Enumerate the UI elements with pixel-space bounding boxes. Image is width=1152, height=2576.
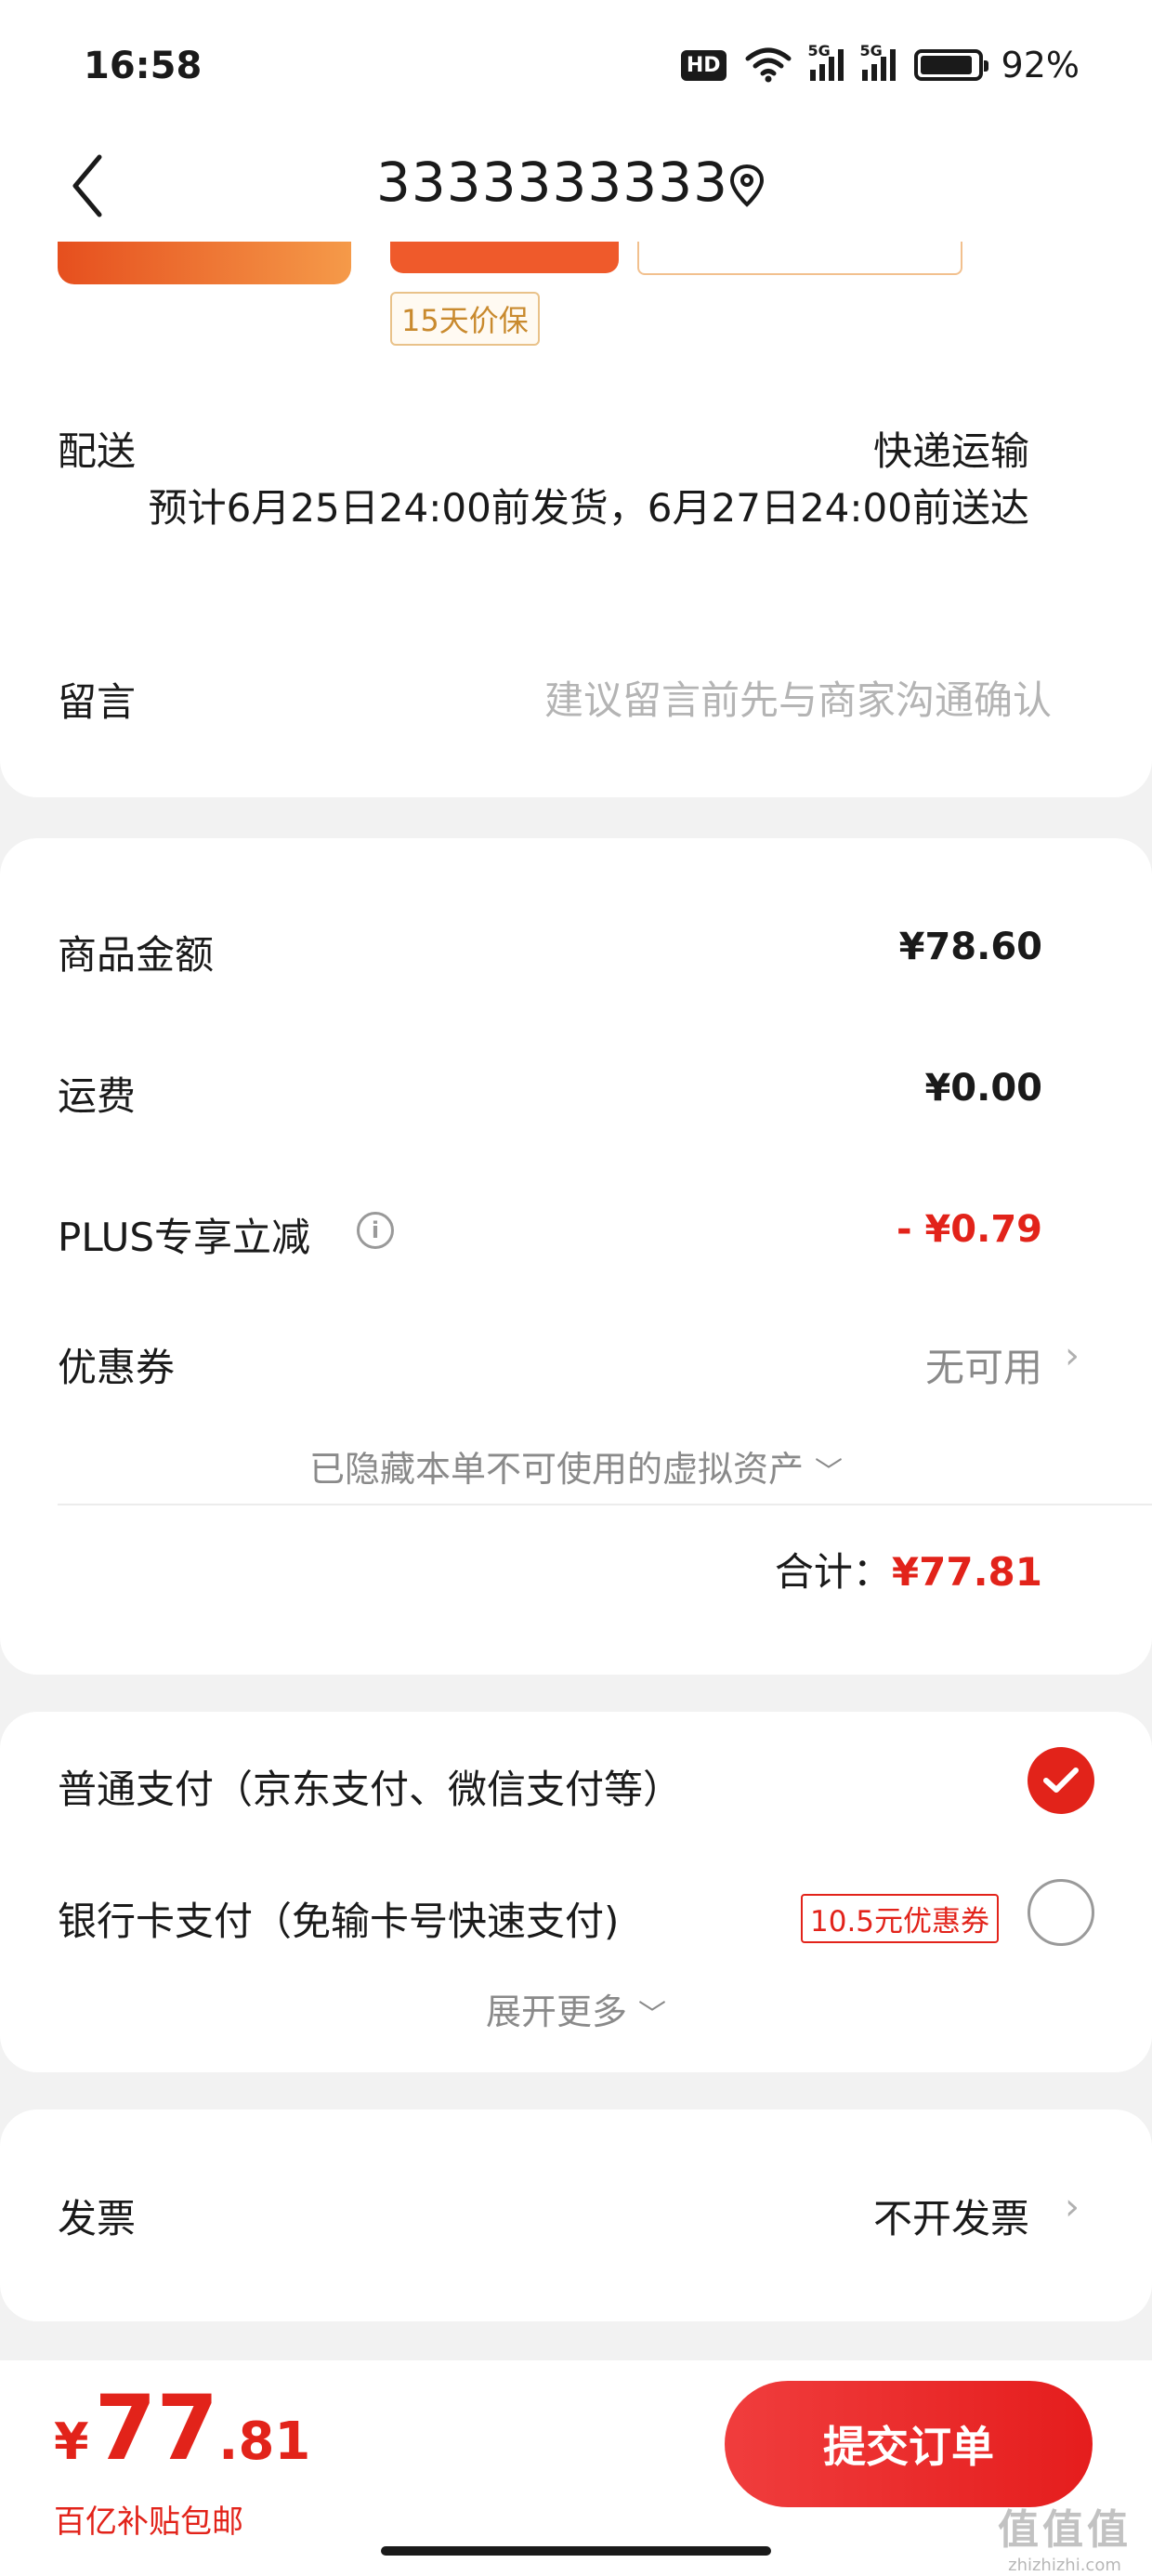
home-indicator[interactable] [381,2546,771,2556]
total-value: ¥77.81 [891,1549,1042,1595]
page-title: 3333333333 [376,151,729,214]
shipping-fee-value: ¥0.00 [924,1067,1042,1110]
subsidy-text: 百亿补贴包邮 [54,2504,243,2541]
invoice-card[interactable]: 发票 不开发票 › [0,2109,1152,2321]
hd-voice-icon: HD [680,49,727,81]
checkout-bar: ¥ 77 .81 百亿补贴包邮 提交订单 [0,2360,1152,2576]
promo-tag [390,242,619,273]
payment-method-card: 普通支付（京东支付、微信支付等） 银行卡支付（免输卡号快速支付) 10.5元优惠… [0,1712,1152,2072]
payment-option-standard[interactable]: 普通支付（京东支付、微信支付等） [58,1758,682,1815]
invoice-value[interactable]: 不开发票 [873,2188,1029,2244]
memo-input[interactable] [383,667,1052,732]
price-decimal: .81 [218,2412,311,2472]
currency-symbol: ¥ [54,2412,89,2471]
chevron-right-icon[interactable]: › [1065,2186,1080,2228]
payment-option-bankcard[interactable]: 银行卡支付（免输卡号快速支付) [58,1890,619,1947]
submit-order-button[interactable]: 提交订单 [725,2381,1093,2507]
shipping-fee-label: 运费 [58,1073,137,1119]
coupon-badge: 10.5元优惠券 [801,1894,1000,1943]
price-protection-tag: 15天价保 [390,292,540,346]
clock: 16:58 [84,45,203,87]
battery-icon [913,49,988,81]
radio-checked-icon[interactable] [1028,1747,1094,1814]
plus-discount-label: PLUS专享立减 [58,1215,311,1260]
divider [58,1504,1152,1505]
nav-header: 3333333333 [0,130,1152,242]
invoice-label: 发票 [58,2196,137,2241]
status-icons: HD 5G 5G 92% [680,42,1080,85]
cellular-signal-icon: 5G [860,42,896,81]
hidden-assets-text: 已隐藏本单不可使用的虚拟资产 [308,1449,804,1490]
coupon-value[interactable]: 无可用 [925,1336,1042,1393]
wifi-icon [745,47,792,83]
map-pin-icon[interactable] [728,164,766,208]
order-info-card: 15天价保 配送 快递运输 预计6月25日24:00前发货，6月27日24:00… [0,242,1152,797]
hidden-assets-toggle[interactable]: 已隐藏本单不可使用的虚拟资产 ﹀ [0,1440,1152,1492]
coupon-label: 优惠券 [58,1345,176,1390]
cellular-signal-icon: 5G [808,42,844,81]
chevron-right-icon[interactable]: › [1065,1334,1080,1377]
memo-label: 留言 [58,679,137,725]
watermark-main: 值值值 [998,2506,1132,2554]
status-bar: 16:58 HD 5G 5G 92% [0,0,1152,130]
battery-percent: 92% [1001,45,1080,85]
goods-amount-label: 商品金额 [58,932,215,978]
goods-amount-value: ¥78.60 [898,926,1042,968]
back-button[interactable] [56,149,121,223]
delivery-method[interactable]: 快递运输 [873,420,1029,477]
delivery-label: 配送 [58,428,137,474]
chevron-down-icon: ﹀ [638,1999,667,2031]
radio-unchecked-icon[interactable] [1028,1879,1094,1946]
chevron-left-icon [72,154,102,217]
watermark-url: zhizhizhi.com [1008,2556,1121,2575]
order-total: 合计：¥77.81 [775,1541,1042,1597]
amount-summary-card: 商品金额 ¥78.60 运费 ¥0.00 PLUS专享立减 i - ¥0.79 … [0,838,1152,1675]
expand-more-text: 展开更多 [485,1991,627,2032]
total-label: 合计： [774,1549,892,1595]
final-price: ¥ 77 .81 [54,2377,310,2479]
delivery-estimate: 预计6月25日24:00前发货，6月27日24:00前送达 [148,485,1029,531]
watermark: 值值值 zhizhizhi.com [998,2496,1132,2575]
plus-discount-value: - ¥0.79 [896,1208,1042,1251]
price-integer: 77 [94,2376,219,2480]
product-image[interactable] [58,242,351,284]
service-tag [637,242,962,275]
expand-more-button[interactable]: 展开更多 ﹀ [0,1983,1152,2034]
chevron-down-icon: ﹀ [815,1456,844,1489]
info-icon[interactable]: i [357,1212,394,1249]
